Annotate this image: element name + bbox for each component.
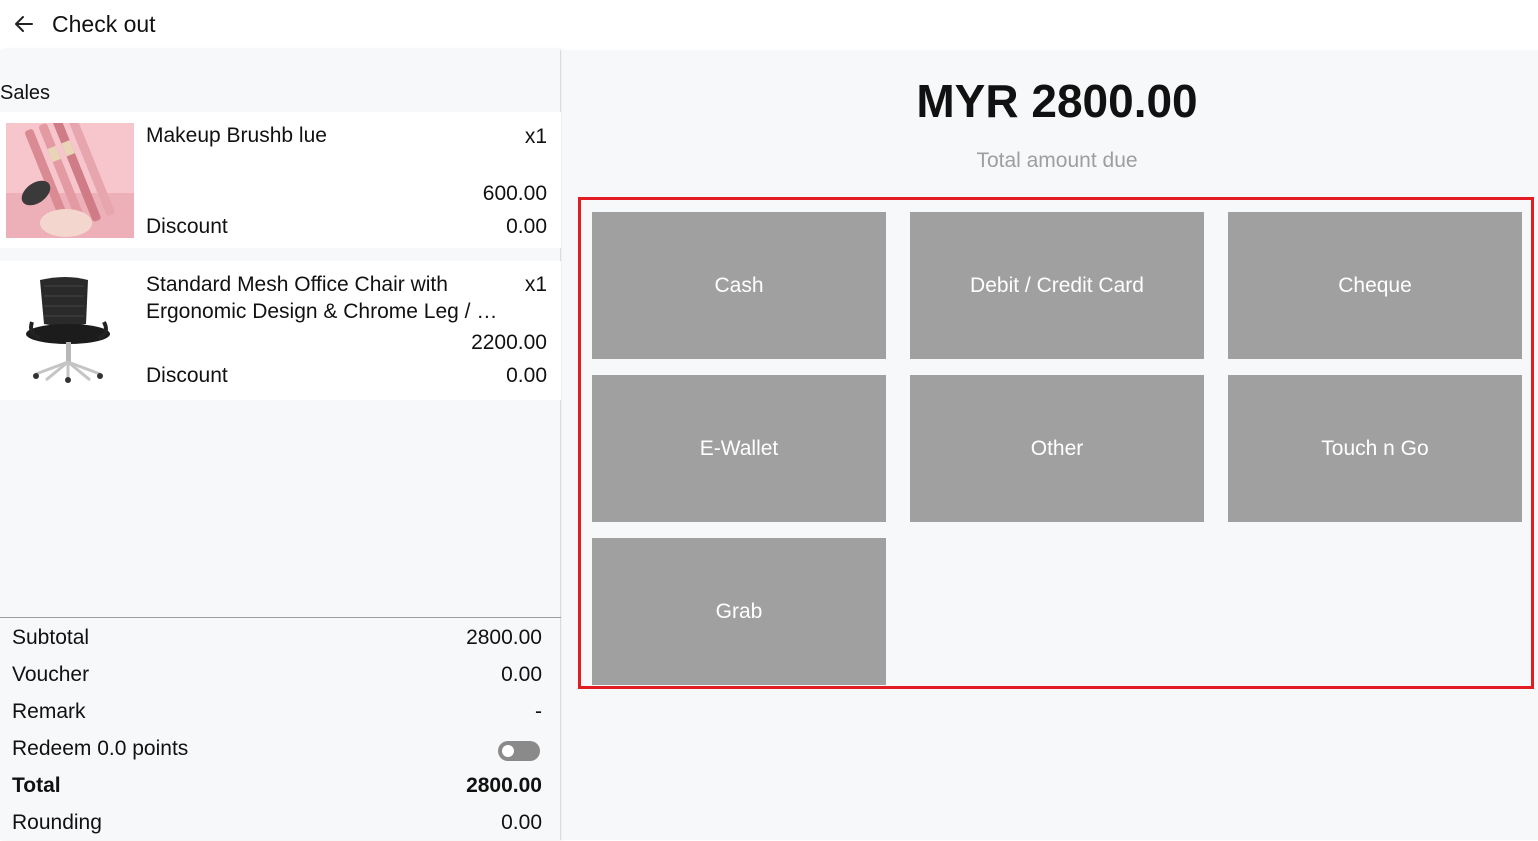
payment-method-cash[interactable]: Cash	[592, 212, 886, 359]
item-price: 2200.00	[471, 331, 547, 354]
subtotal-label: Subtotal	[12, 626, 90, 649]
payment-method-touch-n-go[interactable]: Touch n Go	[1228, 375, 1522, 522]
office-chair-image	[6, 272, 134, 387]
total-value: 2800.00	[466, 774, 542, 797]
toggle-knob	[502, 745, 514, 757]
payment-method-cheque[interactable]: Cheque	[1228, 212, 1522, 359]
subtotal-value: 2800.00	[466, 626, 542, 649]
subtotal-row: Subtotal 2800.00	[12, 626, 542, 656]
rounding-value: 0.00	[501, 811, 542, 834]
redeem-points-toggle[interactable]	[498, 741, 540, 761]
total-label: Total	[12, 774, 61, 797]
item-name: Makeup Brushb lue	[146, 124, 327, 147]
cart-item[interactable]: Makeup Brushb lue x1 600.00 Discount 0.0…	[0, 112, 561, 248]
makeup-brush-image	[6, 123, 134, 238]
payment-method-card[interactable]: Debit / Credit Card	[910, 212, 1204, 359]
back-button[interactable]	[10, 10, 38, 38]
item-price: 600.00	[482, 182, 547, 205]
item-quantity: x1	[524, 125, 547, 148]
discount-label: Discount	[146, 215, 228, 238]
discount-value: 0.00	[506, 215, 547, 238]
cart-item[interactable]: Standard Mesh Office Chair with Ergonomi…	[0, 261, 561, 400]
remark-value: -	[535, 700, 542, 723]
total-row: Total 2800.00	[12, 774, 542, 804]
payment-method-grab[interactable]: Grab	[592, 538, 886, 685]
remark-row[interactable]: Remark -	[12, 700, 542, 730]
voucher-label: Voucher	[12, 663, 90, 686]
payment-methods-grid: Cash Debit / Credit Card Cheque E-Wallet…	[578, 197, 1534, 689]
redeem-points-label: Redeem 0.0 points	[12, 737, 189, 760]
remark-label: Remark	[12, 700, 86, 723]
page-title: Check out	[52, 11, 156, 37]
item-name: Standard Mesh Office Chair with Ergonomi…	[146, 273, 498, 323]
top-bar: Check out	[0, 0, 1538, 50]
amount-due-caption: Total amount due	[976, 149, 1138, 172]
rounding-label: Rounding	[12, 811, 102, 834]
amount-due: MYR 2800.00	[916, 75, 1198, 127]
order-panel: Sales Makeup Brushb lue x1 600.00 Discou…	[0, 50, 561, 840]
payment-method-other[interactable]: Other	[910, 375, 1204, 522]
arrow-left-icon	[15, 16, 33, 32]
sales-label: Sales	[0, 82, 51, 104]
payment-method-ewallet[interactable]: E-Wallet	[592, 375, 886, 522]
item-quantity: x1	[524, 273, 547, 296]
voucher-value: 0.00	[501, 663, 542, 686]
discount-value: 0.00	[506, 364, 547, 387]
redeem-points-row: Redeem 0.0 points	[12, 737, 542, 767]
order-summary: Subtotal 2800.00 Voucher 0.00 Remark - R…	[0, 617, 561, 840]
payment-panel: MYR 2800.00 Total amount due Cash Debit …	[562, 50, 1538, 840]
rounding-row: Rounding 0.00	[12, 811, 542, 841]
voucher-row[interactable]: Voucher 0.00	[12, 663, 542, 693]
discount-label: Discount	[146, 364, 228, 387]
